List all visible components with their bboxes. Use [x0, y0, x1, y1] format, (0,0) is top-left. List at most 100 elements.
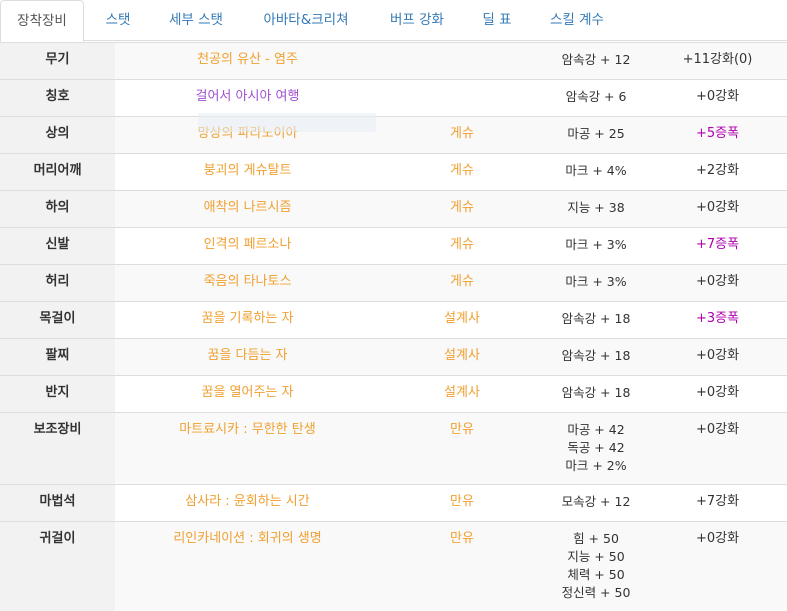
- slot-label-text: 팔찌: [0, 339, 115, 375]
- enhance-level: +0강화: [648, 265, 787, 302]
- enhance-level-text: +3증폭: [648, 302, 787, 338]
- item-name[interactable]: 걸어서 아시아 여행: [115, 80, 380, 117]
- stat-line: 지능 + 50: [548, 548, 644, 566]
- enhance-level-text: +0강화: [648, 191, 787, 227]
- set-name: 만유: [380, 413, 544, 485]
- item-name[interactable]: 삼사라 : 윤회하는 시간: [115, 485, 380, 522]
- item-name-text[interactable]: 꿈을 열어주는 자: [115, 376, 380, 412]
- set-name: 게슈: [380, 191, 544, 228]
- set-name: [380, 80, 544, 117]
- tab-stats[interactable]: 스탯: [86, 0, 150, 41]
- tab-skill-coefficient[interactable]: 스킬 계수: [530, 0, 624, 41]
- stat-list: 지능 + 38: [544, 191, 648, 227]
- stat-cell: 마크 + 3%: [544, 228, 648, 265]
- slot-label-text: 신발: [0, 228, 115, 264]
- item-name-text[interactable]: 천공의 유산 - 염주: [115, 43, 380, 79]
- enhance-level: +3증폭: [648, 302, 787, 339]
- equipment-row: 마법석삼사라 : 윤회하는 시간만유모속강 + 12+7강화: [0, 485, 787, 522]
- item-name[interactable]: 붕괴의 게슈탈트: [115, 154, 380, 191]
- item-name[interactable]: 천공의 유산 - 염주: [115, 43, 380, 80]
- stat-line: 정신력 + 50: [548, 584, 644, 602]
- slot-label: 팔찌: [0, 339, 115, 376]
- enhance-level: +0강화: [648, 80, 787, 117]
- enhance-level-text: +2강화: [648, 154, 787, 190]
- set-name: 게슈: [380, 117, 544, 154]
- tab-buff-enhance[interactable]: 버프 강화: [372, 0, 462, 41]
- enhance-level: +2강화: [648, 154, 787, 191]
- item-name[interactable]: 꿈을 기록하는 자: [115, 302, 380, 339]
- item-name-text[interactable]: 죽음의 타나토스: [115, 265, 380, 301]
- slot-label-text: 허리: [0, 265, 115, 301]
- enhance-level-text: +0강화: [648, 80, 787, 116]
- item-name[interactable]: 꿈을 열어주는 자: [115, 376, 380, 413]
- item-name-text[interactable]: 리인카네이션 : 회귀의 생명: [115, 522, 380, 557]
- equipment-row: 무기천공의 유산 - 염주암속강 + 12+11강화(0): [0, 43, 787, 80]
- set-name: 만유: [380, 522, 544, 611]
- tab-avatar-creature[interactable]: 아바타&크리쳐: [244, 0, 368, 41]
- slot-label: 신발: [0, 228, 115, 265]
- item-name-text[interactable]: 꿈을 기록하는 자: [115, 302, 380, 338]
- item-name-text[interactable]: 인격의 페르소나: [115, 228, 380, 264]
- set-name-text: [380, 43, 544, 61]
- enhance-level-text: +0강화: [648, 522, 787, 557]
- item-name-text[interactable]: 애착의 나르시즘: [115, 191, 380, 227]
- stat-cell: 암속강 + 18: [544, 302, 648, 339]
- enhance-level: +11강화(0): [648, 43, 787, 80]
- item-name-text[interactable]: 삼사라 : 윤회하는 시간: [115, 485, 380, 521]
- set-name: 설계사: [380, 376, 544, 413]
- set-name-text: 설계사: [380, 302, 544, 338]
- slot-label: 반지: [0, 376, 115, 413]
- slot-label: 허리: [0, 265, 115, 302]
- stat-list: 암속강 + 6: [544, 80, 648, 116]
- set-name: 설계사: [380, 302, 544, 339]
- item-name[interactable]: 마트료시카 : 무한한 탄생: [115, 413, 380, 485]
- stat-line: 독공 + 42: [548, 439, 644, 457]
- equipment-row: 목걸이꿈을 기록하는 자설계사암속강 + 18+3증폭: [0, 302, 787, 339]
- item-name[interactable]: 애착의 나르시즘: [115, 191, 380, 228]
- set-name-text: 설계사: [380, 376, 544, 412]
- equipment-row: 하의애착의 나르시즘게슈지능 + 38+0강화: [0, 191, 787, 228]
- stat-line: 체력 + 50: [548, 566, 644, 584]
- stat-line: 마공 + 25: [548, 125, 644, 143]
- item-name-text[interactable]: 마트료시카 : 무한한 탄생: [115, 413, 380, 448]
- item-name[interactable]: 죽음의 타나토스: [115, 265, 380, 302]
- slot-label: 머리어깨: [0, 154, 115, 191]
- tab-damage-table[interactable]: 딜 표: [466, 0, 528, 41]
- stat-line: 마크 + 4%: [548, 162, 644, 180]
- enhance-level: +7증폭: [648, 228, 787, 265]
- item-name-text[interactable]: 걸어서 아시아 여행: [115, 80, 380, 116]
- slot-label: 하의: [0, 191, 115, 228]
- stat-list: 마공 + 25: [544, 117, 648, 153]
- enhance-level-text: +0강화: [648, 376, 787, 412]
- enhance-level-text: +5증폭: [648, 117, 787, 153]
- stat-list: 암속강 + 18: [544, 376, 648, 412]
- stat-line: 암속강 + 6: [548, 88, 644, 106]
- enhance-level: +0강화: [648, 413, 787, 485]
- stat-list: 암속강 + 12: [544, 43, 648, 79]
- stat-cell: 마공 + 42독공 + 42마크 + 2%: [544, 413, 648, 485]
- enhance-level: +0강화: [648, 339, 787, 376]
- item-name[interactable]: 인격의 페르소나: [115, 228, 380, 265]
- stat-cell: 암속강 + 18: [544, 339, 648, 376]
- set-name-text: 게슈: [380, 117, 544, 153]
- stat-cell: 마공 + 25: [544, 117, 648, 154]
- enhance-level: +5증폭: [648, 117, 787, 154]
- stat-list: 마크 + 3%: [544, 228, 648, 264]
- set-name-text: 게슈: [380, 265, 544, 301]
- tab-detail-stats[interactable]: 세부 스탯: [152, 0, 240, 41]
- slot-label: 상의: [0, 117, 115, 154]
- slot-label-text: 하의: [0, 191, 115, 227]
- equipment-row: 귀걸이리인카네이션 : 회귀의 생명만유힘 + 50지능 + 50체력 + 50…: [0, 522, 787, 611]
- stat-cell: 지능 + 38: [544, 191, 648, 228]
- set-name: 만유: [380, 485, 544, 522]
- item-name-text[interactable]: 붕괴의 게슈탈트: [115, 154, 380, 190]
- item-name[interactable]: 꿈을 다듬는 자: [115, 339, 380, 376]
- equipment-row: 반지꿈을 열어주는 자설계사암속강 + 18+0강화: [0, 376, 787, 413]
- tab-equipment[interactable]: 장착장비: [0, 0, 84, 42]
- item-name-text[interactable]: 꿈을 다듬는 자: [115, 339, 380, 375]
- set-name-text: 게슈: [380, 191, 544, 227]
- item-name[interactable]: 리인카네이션 : 회귀의 생명: [115, 522, 380, 611]
- stat-cell: 암속강 + 12: [544, 43, 648, 80]
- enhance-level: +0강화: [648, 522, 787, 611]
- stat-cell: 힘 + 50지능 + 50체력 + 50정신력 + 50: [544, 522, 648, 611]
